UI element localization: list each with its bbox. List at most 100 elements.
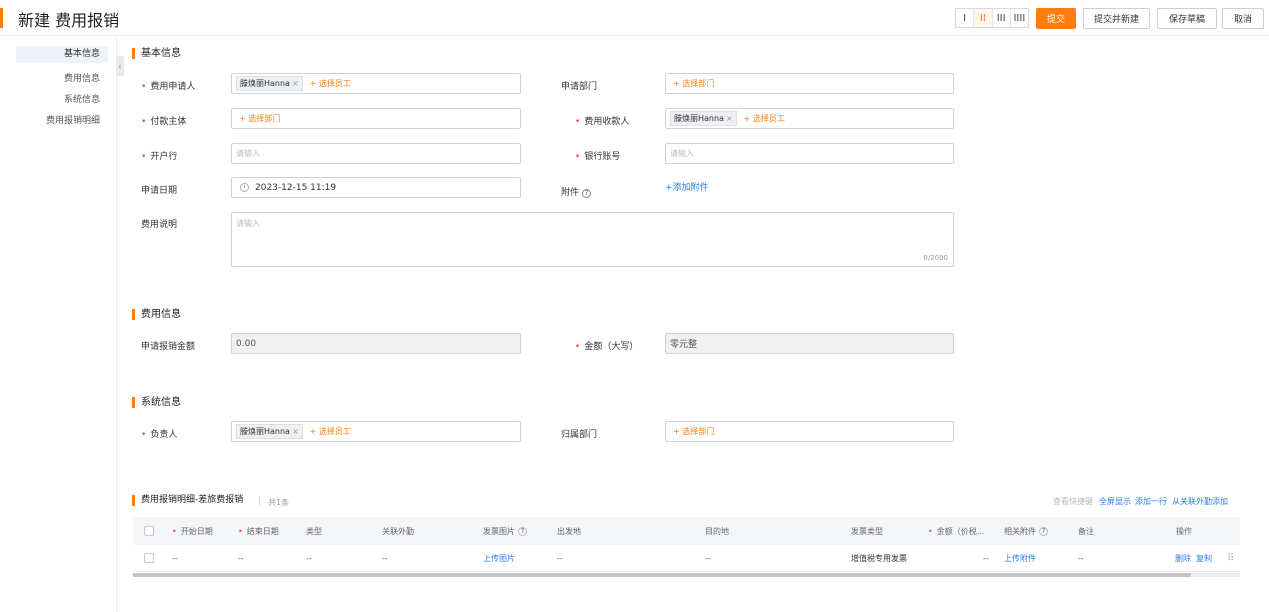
- payee-label: • 费用收款人: [575, 117, 630, 127]
- col-to: 目的地: [705, 526, 729, 536]
- upload-attachment-link[interactable]: 上传附件: [1004, 545, 1036, 571]
- collapse-sidebar-icon[interactable]: ‹: [116, 56, 124, 76]
- add-attachment-link[interactable]: +添加附件: [665, 180, 709, 193]
- owner-dept-field[interactable]: + 选择部门: [665, 421, 954, 442]
- layout-1-column-button[interactable]: I: [956, 9, 975, 27]
- date-field[interactable]: 2023-12-15 11:19: [231, 177, 521, 198]
- description-label: 费用说明: [141, 220, 178, 230]
- detail-table: • 开始日期 • 结束日期 类型 关联外勤 发票图片? 出发地 目的地 发票类型 •…: [133, 517, 1240, 572]
- submit-button[interactable]: 提交: [1036, 8, 1076, 29]
- amount-label: 申请报销金额: [141, 342, 196, 352]
- layout-2-column-button[interactable]: II: [974, 9, 993, 27]
- select-employee-link[interactable]: + 选择员工: [310, 426, 351, 437]
- cell-amount[interactable]: --: [983, 545, 989, 571]
- description-placeholder: 请输入: [236, 219, 260, 228]
- remove-tag-icon[interactable]: ×: [726, 114, 733, 123]
- applicant-tag: 滕焕丽Hanna ×: [236, 76, 303, 91]
- add-row-link[interactable]: 添加一行: [1135, 496, 1167, 507]
- page-title: 新建 费用报销: [18, 11, 120, 30]
- help-icon[interactable]: ?: [582, 189, 592, 198]
- help-icon[interactable]: ?: [518, 526, 527, 536]
- remove-tag-icon[interactable]: ×: [292, 427, 299, 436]
- select-all-checkbox[interactable]: [144, 517, 154, 545]
- sidebar-item-expense-info[interactable]: 费用信息: [64, 71, 100, 84]
- cancel-button[interactable]: 取消: [1222, 8, 1264, 29]
- col-start-date: • 开始日期: [172, 526, 213, 536]
- account-input[interactable]: 请输入: [665, 143, 954, 164]
- owner-tag: 滕焕丽Hanna ×: [236, 424, 303, 439]
- col-end-date: • 结束日期: [238, 526, 279, 536]
- owner-dept-label: 归属部门: [561, 430, 598, 440]
- col-trip: 关联外勤: [382, 526, 414, 536]
- cell-from[interactable]: --: [557, 545, 563, 571]
- row-checkbox[interactable]: [144, 545, 154, 571]
- payee-tag: 滕焕丽Hanna ×: [670, 111, 737, 126]
- department-label: 申请部门: [561, 82, 598, 92]
- payer-label: • 付款主体: [141, 117, 187, 127]
- drag-handle-icon[interactable]: ⠿: [1227, 545, 1234, 571]
- cell-end-date[interactable]: --: [238, 545, 244, 571]
- col-attachment: 相关附件?: [1004, 517, 1048, 545]
- applicant-field[interactable]: 滕焕丽Hanna × + 选择员工: [231, 73, 521, 94]
- delete-row-link[interactable]: 删除: [1175, 545, 1191, 571]
- account-label: • 银行账号: [575, 152, 621, 162]
- copy-row-link[interactable]: 复制: [1196, 545, 1212, 571]
- upload-image-link[interactable]: 上传图片: [483, 545, 515, 571]
- cell-start-date[interactable]: --: [172, 545, 178, 571]
- layout-3-column-button[interactable]: III: [993, 9, 1011, 27]
- select-payer-link[interactable]: + 选择部门: [239, 113, 280, 124]
- cell-to[interactable]: --: [705, 545, 711, 571]
- sidebar-item-system-info[interactable]: 系统信息: [64, 92, 100, 105]
- department-field[interactable]: + 选择部门: [665, 73, 954, 94]
- owner-label: • 负责人: [141, 430, 178, 440]
- remove-tag-icon[interactable]: ×: [292, 79, 299, 88]
- col-amount: • 金额（价税...: [928, 526, 985, 536]
- bank-label: • 开户行: [141, 152, 178, 162]
- col-from: 出发地: [557, 526, 581, 536]
- divider: |: [258, 496, 262, 506]
- save-draft-button[interactable]: 保存草稿: [1157, 8, 1217, 29]
- section-title-system: 系统信息: [132, 396, 181, 409]
- cell-type[interactable]: --: [306, 545, 312, 571]
- top-bar: 新建 费用报销 I II III IIII 提交 提交并新建 保存草稿 取消: [0, 0, 1269, 36]
- fullscreen-link[interactable]: 全屏显示: [1099, 496, 1131, 507]
- attachment-label: 附件?: [561, 185, 592, 198]
- add-from-trip-link[interactable]: 从关联外勤添加: [1172, 496, 1228, 507]
- shortcut-link[interactable]: 查看快捷键: [1053, 496, 1093, 507]
- col-type: 类型: [306, 526, 322, 536]
- col-actions: 操作: [1176, 526, 1192, 536]
- amount-field: 0.00: [231, 333, 521, 354]
- char-counter: 0/2000: [923, 254, 948, 262]
- sidebar-item-expense-detail[interactable]: 费用报销明细: [46, 113, 100, 126]
- cell-note[interactable]: --: [1078, 545, 1084, 571]
- help-icon[interactable]: ?: [1039, 526, 1048, 536]
- clock-icon: [240, 183, 249, 192]
- select-department-link[interactable]: + 选择部门: [673, 78, 714, 89]
- col-invoice-image: 发票图片?: [483, 517, 527, 545]
- table-header: • 开始日期 • 结束日期 类型 关联外勤 发票图片? 出发地 目的地 发票类型 •…: [133, 517, 1240, 545]
- select-employee-link[interactable]: + 选择员工: [744, 113, 785, 124]
- column-layout-switch: I II III IIII: [955, 8, 1029, 28]
- layout-4-column-button[interactable]: IIII: [1011, 9, 1028, 27]
- submit-and-new-button[interactable]: 提交并新建: [1083, 8, 1150, 29]
- payer-field[interactable]: + 选择部门: [231, 108, 521, 129]
- table-horizontal-scrollbar[interactable]: [133, 573, 1240, 577]
- row-count: 共1条: [268, 498, 290, 507]
- applicant-label: • 费用申请人: [141, 82, 196, 92]
- owner-field[interactable]: 滕焕丽Hanna × + 选择员工: [231, 421, 521, 442]
- bank-input[interactable]: 请输入: [231, 143, 521, 164]
- cell-trip[interactable]: --: [382, 545, 388, 571]
- sidebar-item-basic-info[interactable]: 基本信息: [16, 46, 108, 63]
- select-department-link[interactable]: + 选择部门: [673, 426, 714, 437]
- cell-invoice-type[interactable]: 增值税专用发票: [851, 545, 907, 571]
- select-employee-link[interactable]: + 选择员工: [310, 78, 351, 89]
- payee-field[interactable]: 滕焕丽Hanna × + 选择员工: [665, 108, 954, 129]
- section-title-detail: 费用报销明细-差旅费报销: [132, 494, 243, 507]
- scrollbar-thumb[interactable]: [133, 573, 1191, 577]
- col-note: 备注: [1078, 526, 1094, 536]
- table-row: -- -- -- -- 上传图片 -- -- 增值税专用发票 -- 上传附件 -…: [133, 545, 1240, 572]
- amount-uppercase-label: • 金额（大写）: [575, 342, 639, 352]
- description-textarea[interactable]: 请输入 0/2000: [231, 212, 954, 267]
- col-invoice-type: 发票类型: [851, 526, 883, 536]
- amount-uppercase-field: 零元整: [665, 333, 954, 354]
